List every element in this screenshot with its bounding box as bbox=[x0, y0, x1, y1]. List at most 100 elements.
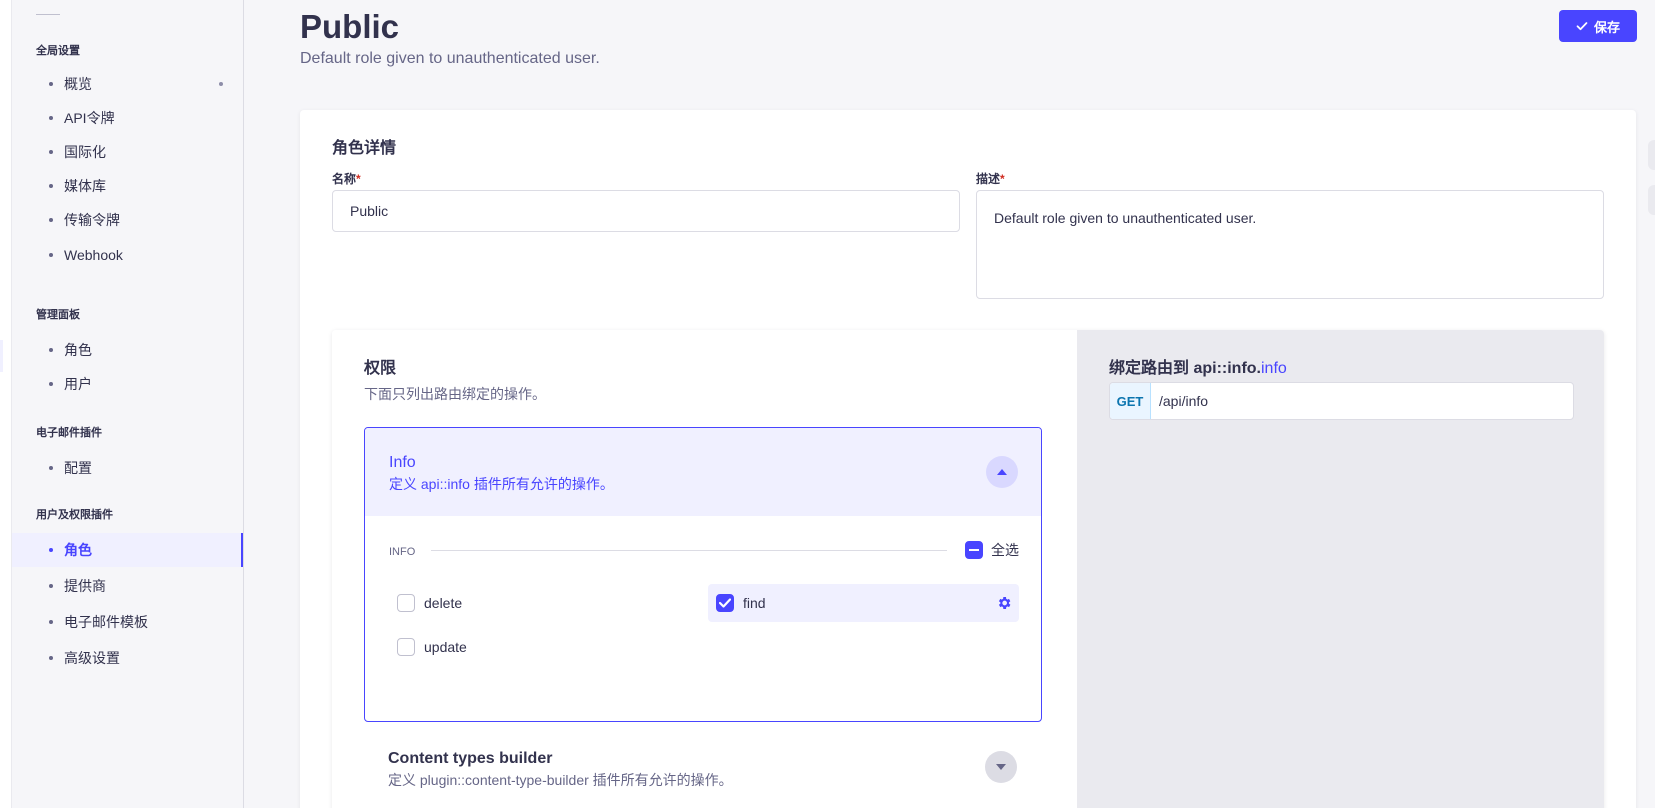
new-badge-dot bbox=[219, 82, 223, 86]
sidebar-item-label: 概览 bbox=[64, 76, 92, 92]
checkbox-unchecked[interactable] bbox=[397, 594, 415, 612]
sidebar-item-label: 高级设置 bbox=[64, 650, 120, 666]
sidebar-item-email-templates[interactable]: 电子邮件模板 bbox=[12, 605, 243, 639]
sidebar-item-webhook[interactable]: Webhook bbox=[12, 238, 243, 272]
section-title-email-plugin: 电子邮件插件 bbox=[36, 427, 102, 439]
section-title-users-permissions: 用户及权限插件 bbox=[36, 509, 113, 521]
sidebar-item-label: 电子邮件模板 bbox=[64, 614, 148, 630]
main-nav-rail bbox=[0, 0, 12, 808]
sidebar-item-label: 传输令牌 bbox=[64, 212, 120, 228]
select-all-checkbox[interactable]: 全选 bbox=[965, 540, 1019, 560]
permissions-title: 权限 bbox=[364, 360, 397, 377]
bullet-icon bbox=[49, 382, 53, 386]
page-title: Public bbox=[300, 8, 400, 45]
required-mark: * bbox=[1000, 172, 1005, 186]
bullet-icon bbox=[49, 253, 53, 257]
action-label: find bbox=[743, 595, 766, 611]
route-path: /api/info bbox=[1159, 393, 1209, 409]
sidebar-item-label: 配置 bbox=[64, 460, 92, 476]
sidebar-item-label: 媒体库 bbox=[64, 178, 106, 194]
sidebar-item-label: 角色 bbox=[64, 542, 92, 558]
bound-route-panel: 绑定路由到 api::info.info GET /api/info bbox=[1077, 330, 1604, 808]
sidebar-item-i18n[interactable]: 国际化 bbox=[12, 135, 243, 169]
chevron-up-icon bbox=[997, 469, 1007, 475]
name-input-value: Public bbox=[350, 203, 389, 219]
indeterminate-checkbox-icon bbox=[965, 541, 983, 559]
sidebar-item-label: Webhook bbox=[64, 247, 123, 263]
checkbox-checked[interactable] bbox=[716, 594, 734, 612]
action-delete[interactable]: delete bbox=[389, 584, 679, 622]
description-textarea[interactable]: Default role given to unauthenticated us… bbox=[976, 190, 1604, 299]
expand-button[interactable] bbox=[985, 751, 1017, 783]
sidebar-item-providers[interactable]: 提供商 bbox=[12, 569, 243, 603]
bullet-icon bbox=[49, 620, 53, 624]
bullet-icon bbox=[49, 82, 53, 86]
sidebar-item-admin-roles[interactable]: 角色 bbox=[12, 333, 243, 367]
action-find[interactable]: find bbox=[708, 584, 1019, 622]
accordion-info-header[interactable]: Info 定义 api::info 插件所有允许的操作。 bbox=[365, 428, 1041, 516]
sidebar-item-admin-users[interactable]: 用户 bbox=[12, 367, 243, 401]
name-field-label: 名称* bbox=[332, 170, 361, 187]
check-icon bbox=[1576, 22, 1588, 31]
route-row: GET /api/info bbox=[1109, 382, 1574, 420]
checkbox-unchecked[interactable] bbox=[397, 638, 415, 656]
accordion-ctb-description: 定义 plugin::content-type-builder 插件所有允许的操… bbox=[388, 772, 733, 788]
bullet-icon bbox=[49, 150, 53, 154]
active-nav-marker bbox=[0, 340, 3, 372]
sidebar-item-media-library[interactable]: 媒体库 bbox=[12, 169, 243, 203]
section-title-admin-panel: 管理面板 bbox=[36, 309, 80, 321]
accordion-ctb-name[interactable]: Content types builder bbox=[388, 750, 552, 768]
sidebar-item-label: 提供商 bbox=[64, 578, 106, 594]
accordion-info-name: Info bbox=[389, 454, 416, 471]
action-label: delete bbox=[424, 595, 463, 611]
bullet-icon bbox=[49, 184, 53, 188]
http-method-badge: GET bbox=[1110, 383, 1151, 419]
bullet-icon bbox=[49, 218, 53, 222]
bound-route-title-accent: info bbox=[1261, 360, 1287, 377]
sidebar-item-email-config[interactable]: 配置 bbox=[12, 451, 243, 485]
role-details-card: 角色详情 名称* Public 描述* Default role given t… bbox=[300, 110, 1636, 808]
sidebar-item-label: 国际化 bbox=[64, 144, 106, 160]
accordion-info-description: 定义 api::info 插件所有允许的操作。 bbox=[389, 476, 614, 492]
scroll-edge-tab bbox=[1648, 185, 1655, 215]
permissions-subtitle: 下面只列出路由绑定的操作。 bbox=[364, 386, 546, 402]
select-all-label: 全选 bbox=[991, 542, 1019, 558]
bullet-icon bbox=[49, 466, 53, 470]
description-label-text: 描述 bbox=[976, 172, 1001, 186]
bound-route-title: 绑定路由到 api::info.info bbox=[1109, 354, 1287, 378]
group-divider bbox=[431, 550, 947, 551]
sidebar-item-label: 用户 bbox=[64, 376, 92, 392]
gear-icon[interactable] bbox=[996, 595, 1012, 611]
permissions-panel: 权限 下面只列出路由绑定的操作。 Info 定义 api::info 插件所有允… bbox=[332, 330, 1604, 808]
bound-route-title-prefix: 绑定路由到 api::info. bbox=[1109, 360, 1261, 377]
role-details-title: 角色详情 bbox=[332, 140, 397, 157]
chevron-down-icon bbox=[996, 764, 1006, 770]
name-input[interactable]: Public bbox=[332, 190, 960, 232]
section-title-global-settings: 全局设置 bbox=[36, 45, 80, 57]
bullet-icon bbox=[49, 348, 53, 352]
page-subtitle: Default role given to unauthenticated us… bbox=[300, 50, 600, 67]
bullet-icon bbox=[49, 548, 53, 552]
action-label: update bbox=[424, 639, 467, 655]
sidebar-item-label: 角色 bbox=[64, 342, 92, 358]
action-update[interactable]: update bbox=[389, 628, 679, 666]
save-button[interactable]: 保存 bbox=[1559, 10, 1637, 42]
sidebar-divider bbox=[36, 14, 60, 15]
description-field-label: 描述* bbox=[976, 170, 1005, 187]
sidebar-item-advanced-settings[interactable]: 高级设置 bbox=[12, 641, 243, 675]
sidebar-item-roles[interactable]: 角色 bbox=[12, 533, 243, 567]
description-textarea-value: Default role given to unauthenticated us… bbox=[994, 210, 1257, 226]
name-label-text: 名称 bbox=[332, 172, 357, 186]
sidebar-item-api-tokens[interactable]: API令牌 bbox=[12, 101, 243, 135]
sidebar-item-label: API令牌 bbox=[64, 110, 115, 126]
accordion-info: Info 定义 api::info 插件所有允许的操作。 INFO 全选 del… bbox=[364, 427, 1042, 722]
group-label-info: INFO bbox=[389, 546, 416, 558]
required-mark: * bbox=[356, 172, 361, 186]
sidebar-item-overview[interactable]: 概览 bbox=[12, 67, 243, 101]
sidebar-item-transfer-tokens[interactable]: 传输令牌 bbox=[12, 203, 243, 237]
bullet-icon bbox=[49, 116, 53, 120]
check-icon bbox=[719, 598, 731, 608]
scroll-edge-tab bbox=[1648, 140, 1655, 170]
permissions-list: 权限 下面只列出路由绑定的操作。 Info 定义 api::info 插件所有允… bbox=[332, 330, 1077, 808]
collapse-button[interactable] bbox=[986, 456, 1018, 488]
